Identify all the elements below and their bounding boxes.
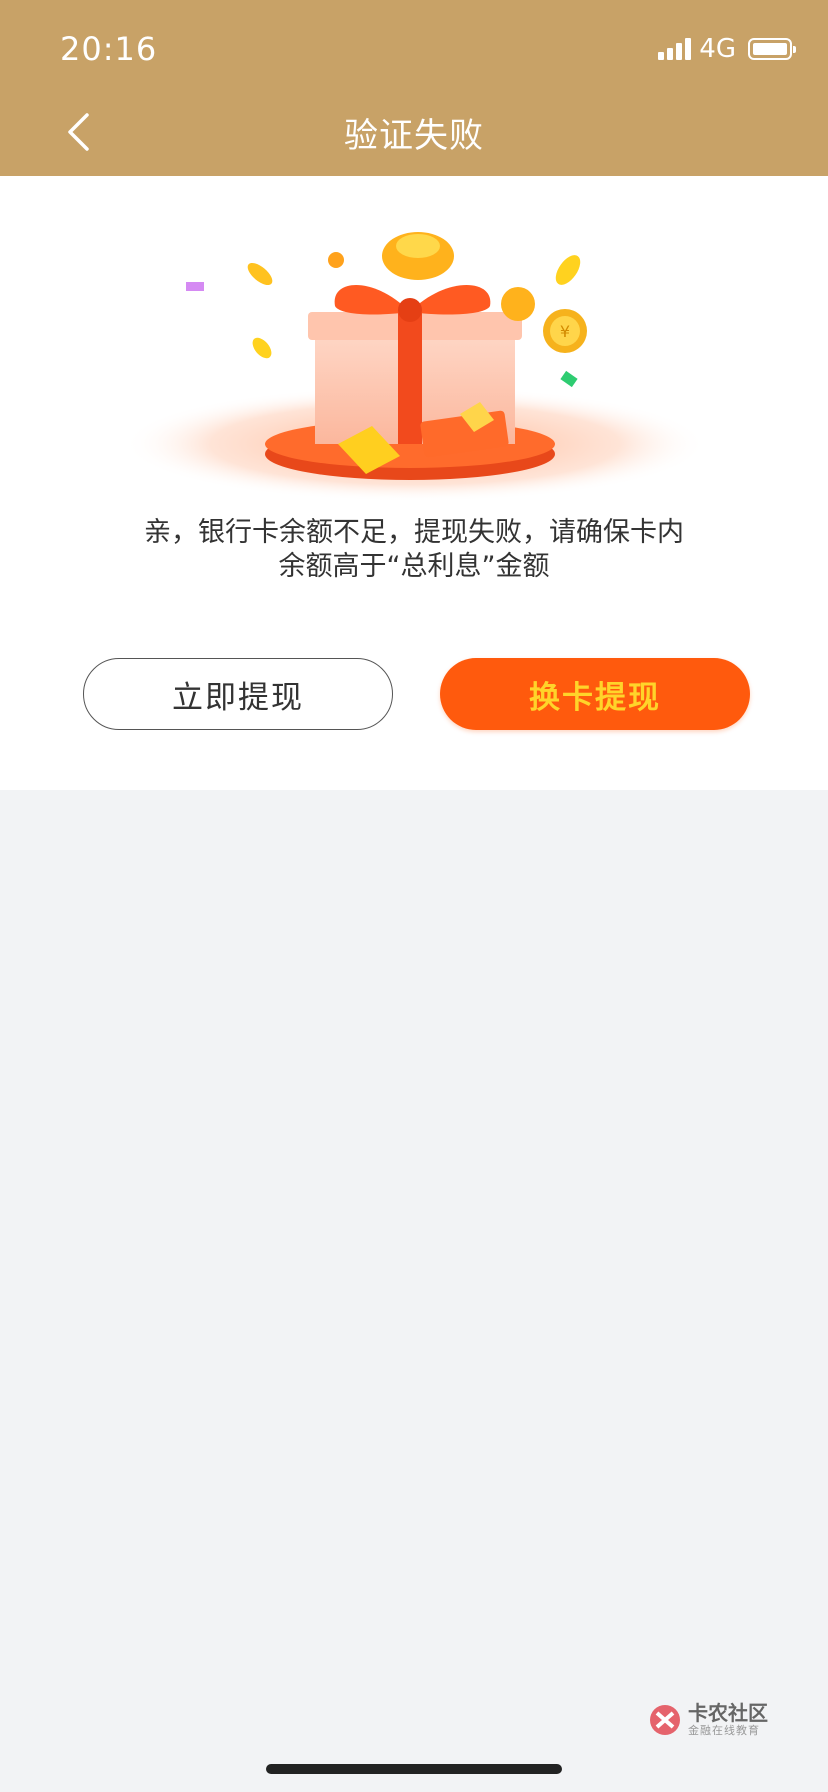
page-title: 验证失败 [344, 116, 484, 156]
header-bar: 20:16 4G 验证失败 [0, 0, 828, 176]
status-time: 20:16 [60, 30, 158, 68]
watermark-logo: 卡农社区 金融在线教育 [648, 1702, 768, 1738]
watermark-subtitle: 金融在线教育 [688, 1724, 760, 1737]
battery-icon [748, 38, 796, 60]
home-indicator[interactable] [266, 1764, 562, 1774]
failure-message: 亲，银行卡余额不足，提现失败，请确保卡内 余额高于“总利息”金额 [100, 516, 728, 584]
network-type: 4G [699, 34, 736, 64]
watermark-title: 卡农社区 [688, 1701, 768, 1725]
svg-text:¥: ¥ [560, 322, 570, 341]
message-line-1: 亲，银行卡余额不足，提现失败，请确保卡内 [144, 517, 684, 548]
signal-icon [658, 38, 692, 60]
message-line-2: 余额高于“总利息”金额 [278, 551, 550, 582]
gift-box-illustration: ¥ [123, 232, 707, 502]
result-card: ¥ 亲，银行卡余额不足，提现失败，请确保卡内 余额高于“总利息”金额 立即提现 … [0, 176, 828, 790]
status-indicators: 4G [658, 34, 796, 64]
change-card-withdraw-button[interactable]: 换卡提现 [440, 658, 750, 730]
kanong-logo-icon [650, 1705, 680, 1735]
withdraw-now-button[interactable]: 立即提现 [83, 658, 393, 730]
